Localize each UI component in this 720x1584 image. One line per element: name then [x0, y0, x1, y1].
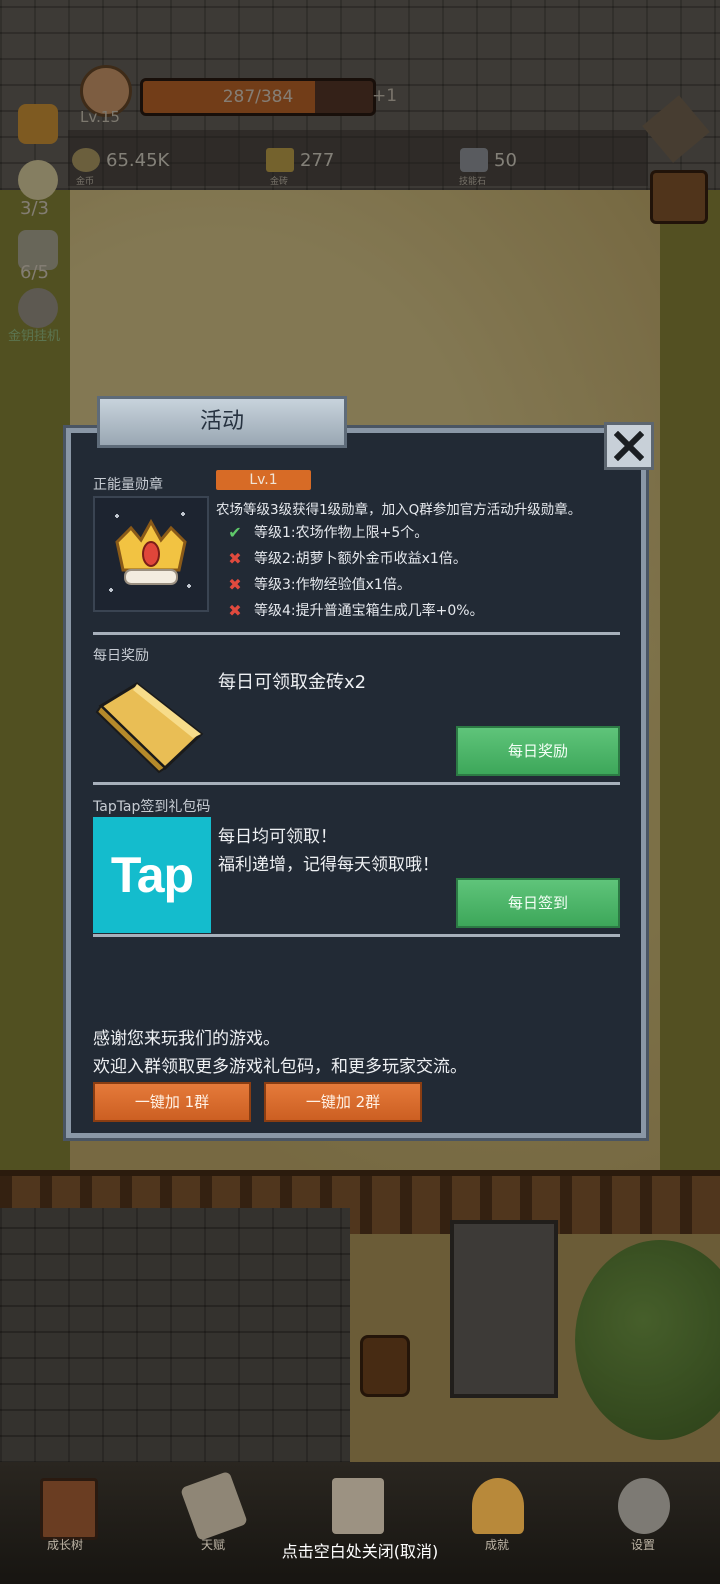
- perk-1-text: 等级1:农场作物上限+5个。: [254, 525, 429, 541]
- thanks-line-2: 欢迎入群领取更多游戏礼包码，和更多玩家交流。: [93, 1057, 467, 1077]
- cross-icon: ✖: [228, 600, 242, 620]
- modal-title-plate: 活动: [97, 396, 347, 448]
- taptap-section-label: TapTap签到礼包码: [93, 799, 211, 815]
- taptap-logo: Tap: [93, 817, 211, 933]
- badge-section-label: 正能量勋章: [93, 477, 163, 493]
- cross-icon: ✖: [228, 574, 242, 594]
- daily-reward-button[interactable]: 每日奖励: [456, 726, 620, 776]
- perk-2: ✖ 等级2:胡萝卜额外金币收益x1倍。: [226, 548, 467, 568]
- crown-medal-icon: [109, 512, 191, 592]
- perk-1: ✔ 等级1:农场作物上限+5个。: [226, 522, 428, 542]
- section-divider: [93, 782, 620, 785]
- close-icon: [614, 431, 644, 461]
- daily-checkin-button[interactable]: 每日签到: [456, 878, 620, 928]
- section-divider: [93, 632, 620, 635]
- map-icon: [332, 1478, 384, 1534]
- cross-icon: ✖: [228, 548, 242, 568]
- perk-2-text: 等级2:胡萝卜额外金币收益x1倍。: [254, 551, 467, 567]
- close-button[interactable]: [604, 422, 654, 470]
- daily-section-label: 每日奖励: [93, 648, 149, 664]
- badge-description: 农场等级3级获得1级勋章，加入Q群参加官方活动升级勋章。: [216, 502, 582, 518]
- thanks-line-1: 感谢您来玩我们的游戏。: [93, 1029, 280, 1049]
- gold-brick-image: [93, 676, 211, 776]
- tap-blank-to-close-hint[interactable]: 点击空白处关闭(取消): [0, 1538, 720, 1562]
- scroll-icon: [179, 1470, 249, 1542]
- taptap-line-1: 每日均可领取！: [218, 827, 337, 847]
- modal-title: 活动: [199, 409, 244, 434]
- perk-3: ✖ 等级3:作物经验值x1倍。: [226, 574, 411, 594]
- badge-level: Lv.1: [216, 470, 311, 490]
- perk-4: ✖ 等级4:提升普通宝箱生成几率+0%。: [226, 600, 484, 620]
- medal-frame: [93, 496, 209, 612]
- perk-3-text: 等级3:作物经验值x1倍。: [254, 577, 411, 593]
- taptap-line-2: 福利递增，记得每天领取哦！: [218, 855, 439, 875]
- check-icon: ✔: [228, 522, 242, 542]
- join-group-2-button[interactable]: 一键加 2群: [264, 1082, 422, 1122]
- section-divider: [93, 934, 620, 937]
- perk-4-text: 等级4:提升普通宝箱生成几率+0%。: [254, 603, 484, 619]
- daily-reward-text: 每日可领取金砖x2: [218, 672, 367, 693]
- book-icon: [40, 1478, 98, 1540]
- join-group-1-button[interactable]: 一键加 1群: [93, 1082, 251, 1122]
- key-icon: [472, 1478, 524, 1534]
- gold-brick-icon: [95, 682, 204, 774]
- gear-icon: [618, 1478, 670, 1534]
